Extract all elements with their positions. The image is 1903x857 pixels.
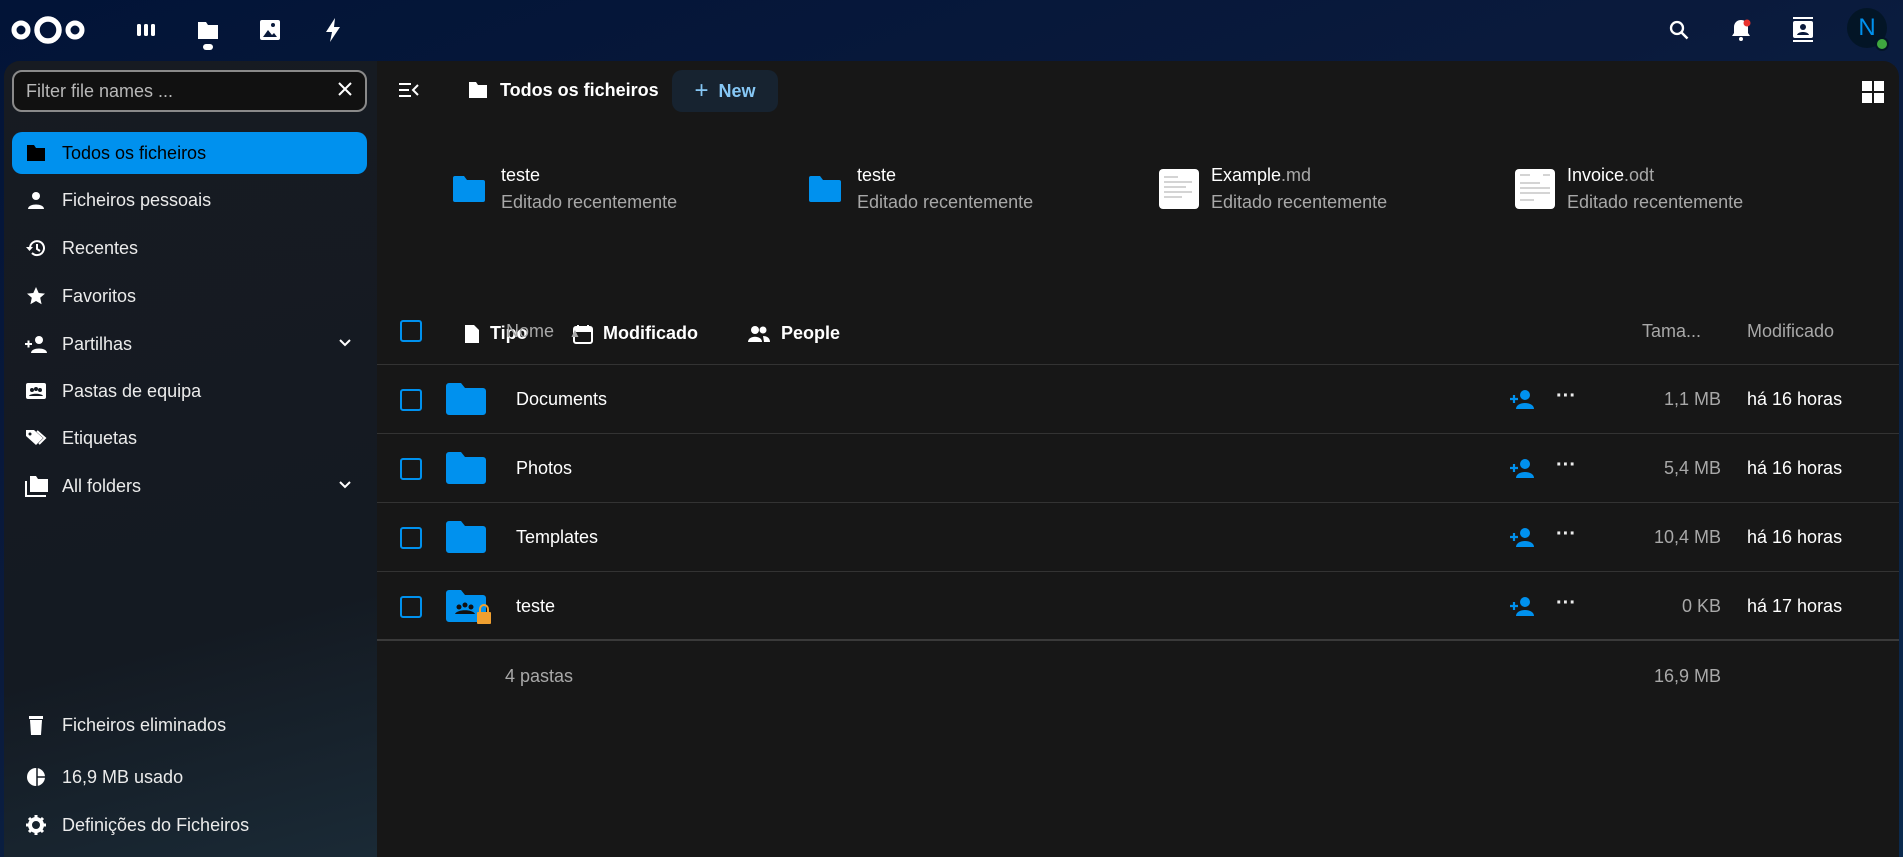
- app-content: Todos os ficheiros Ficheiros pessoais Re…: [4, 61, 1899, 857]
- folder-icon: [446, 383, 486, 415]
- folder-count: 4 pastas: [505, 666, 574, 686]
- share-icon: [24, 332, 48, 356]
- new-button[interactable]: + New: [672, 70, 778, 112]
- column-modified[interactable]: Modificado: [1747, 321, 1834, 342]
- folder-icon: [805, 169, 845, 209]
- recent-item[interactable]: Invoice.odt Editado recentemente: [1515, 165, 1743, 213]
- chevron-down-icon[interactable]: [337, 476, 353, 497]
- plus-icon: +: [694, 77, 709, 104]
- column-size[interactable]: Tama...: [1642, 321, 1701, 342]
- user-icon: [24, 188, 48, 212]
- folder-icon: [446, 452, 486, 484]
- files-app-icon[interactable]: [192, 14, 224, 46]
- sidebar-item-tags[interactable]: Etiquetas: [12, 417, 367, 459]
- table-row[interactable]: teste ··· 0 KB há 17 horas: [377, 572, 1899, 641]
- row-checkbox[interactable]: [400, 389, 422, 411]
- sidebar-item-personal-files[interactable]: Ficheiros pessoais: [12, 179, 367, 221]
- folder-icon: [24, 141, 48, 165]
- status-online-dot: [1875, 37, 1889, 51]
- people-icon: [748, 325, 770, 342]
- star-icon: [24, 284, 48, 308]
- tag-icon: [24, 426, 48, 450]
- filter-modified[interactable]: Modificado: [573, 323, 698, 344]
- recent-item[interactable]: Example.md Editado recentemente: [1159, 165, 1387, 213]
- pie-chart-icon: [24, 765, 48, 789]
- folders-icon: [24, 474, 48, 498]
- sort-ascending-icon: ▲: [569, 326, 581, 340]
- gear-icon: [24, 813, 48, 837]
- toggle-sidebar-icon[interactable]: [398, 81, 420, 104]
- sidebar-item-deleted-files[interactable]: Ficheiros eliminados: [12, 704, 367, 746]
- share-icon[interactable]: [1509, 458, 1535, 478]
- share-icon[interactable]: [1509, 527, 1535, 547]
- trash-icon: [24, 713, 48, 737]
- more-actions-icon[interactable]: ···: [1556, 385, 1576, 408]
- row-checkbox[interactable]: [400, 596, 422, 618]
- document-thumbnail-icon: [1159, 169, 1199, 209]
- photos-icon[interactable]: [254, 14, 286, 46]
- more-actions-icon[interactable]: ···: [1556, 592, 1576, 615]
- team-folder-icon: [24, 379, 48, 403]
- search-icon[interactable]: [1663, 14, 1695, 46]
- team-folder-locked-icon: [446, 590, 491, 624]
- share-icon[interactable]: [1509, 389, 1535, 409]
- sidebar-item-all-files[interactable]: Todos os ficheiros: [12, 132, 367, 174]
- filter-input[interactable]: [26, 80, 337, 102]
- sidebar-item-favorites[interactable]: Favoritos: [12, 275, 367, 317]
- sidebar-item-shares[interactable]: Partilhas: [12, 323, 367, 365]
- folder-icon: [449, 169, 489, 209]
- table-row[interactable]: Documents ··· 1,1 MB há 16 horas: [377, 365, 1899, 434]
- folder-icon: [446, 521, 486, 553]
- dashboard-icon[interactable]: [130, 14, 162, 46]
- sidebar-item-recent[interactable]: Recentes: [12, 227, 367, 269]
- table-row[interactable]: Templates ··· 10,4 MB há 16 horas: [377, 503, 1899, 572]
- active-app-indicator: [203, 44, 213, 50]
- row-checkbox[interactable]: [400, 527, 422, 549]
- sidebar-item-all-folders[interactable]: All folders: [12, 465, 367, 507]
- history-icon: [24, 236, 48, 260]
- quota-usage[interactable]: 16,9 MB usado: [12, 756, 367, 798]
- share-icon[interactable]: [1509, 596, 1535, 616]
- more-actions-icon[interactable]: ···: [1556, 523, 1576, 546]
- row-checkbox[interactable]: [400, 458, 422, 480]
- total-size: 16,9 MB: [1653, 666, 1721, 686]
- table-row[interactable]: Photos ··· 5,4 MB há 16 horas: [377, 434, 1899, 503]
- sidebar-item-team-folders[interactable]: Pastas de equipa: [12, 370, 367, 412]
- file-icon: [465, 324, 479, 343]
- filter-input-box[interactable]: [12, 70, 367, 112]
- clear-filter-icon[interactable]: [337, 81, 353, 102]
- recent-item[interactable]: teste Editado recentemente: [449, 165, 677, 213]
- select-all-checkbox[interactable]: [400, 320, 422, 342]
- breadcrumb-folder-icon: [468, 81, 488, 104]
- column-name[interactable]: Nome ▲: [506, 321, 581, 342]
- chevron-down-icon[interactable]: [337, 334, 353, 355]
- recent-item[interactable]: teste Editado recentemente: [805, 165, 1033, 213]
- sidebar: Todos os ficheiros Ficheiros pessoais Re…: [4, 61, 377, 857]
- notifications-icon[interactable]: [1725, 14, 1757, 46]
- activity-icon[interactable]: [317, 14, 349, 46]
- more-actions-icon[interactable]: ···: [1556, 454, 1576, 477]
- contacts-icon[interactable]: [1787, 14, 1819, 46]
- nextcloud-logo[interactable]: [10, 12, 86, 53]
- files-settings[interactable]: Definições do Ficheiros: [12, 804, 367, 846]
- filter-people[interactable]: People: [747, 323, 840, 344]
- document-thumbnail-icon: [1515, 169, 1555, 209]
- breadcrumb[interactable]: Todos os ficheiros: [500, 80, 659, 101]
- grid-view-icon[interactable]: [1862, 81, 1884, 108]
